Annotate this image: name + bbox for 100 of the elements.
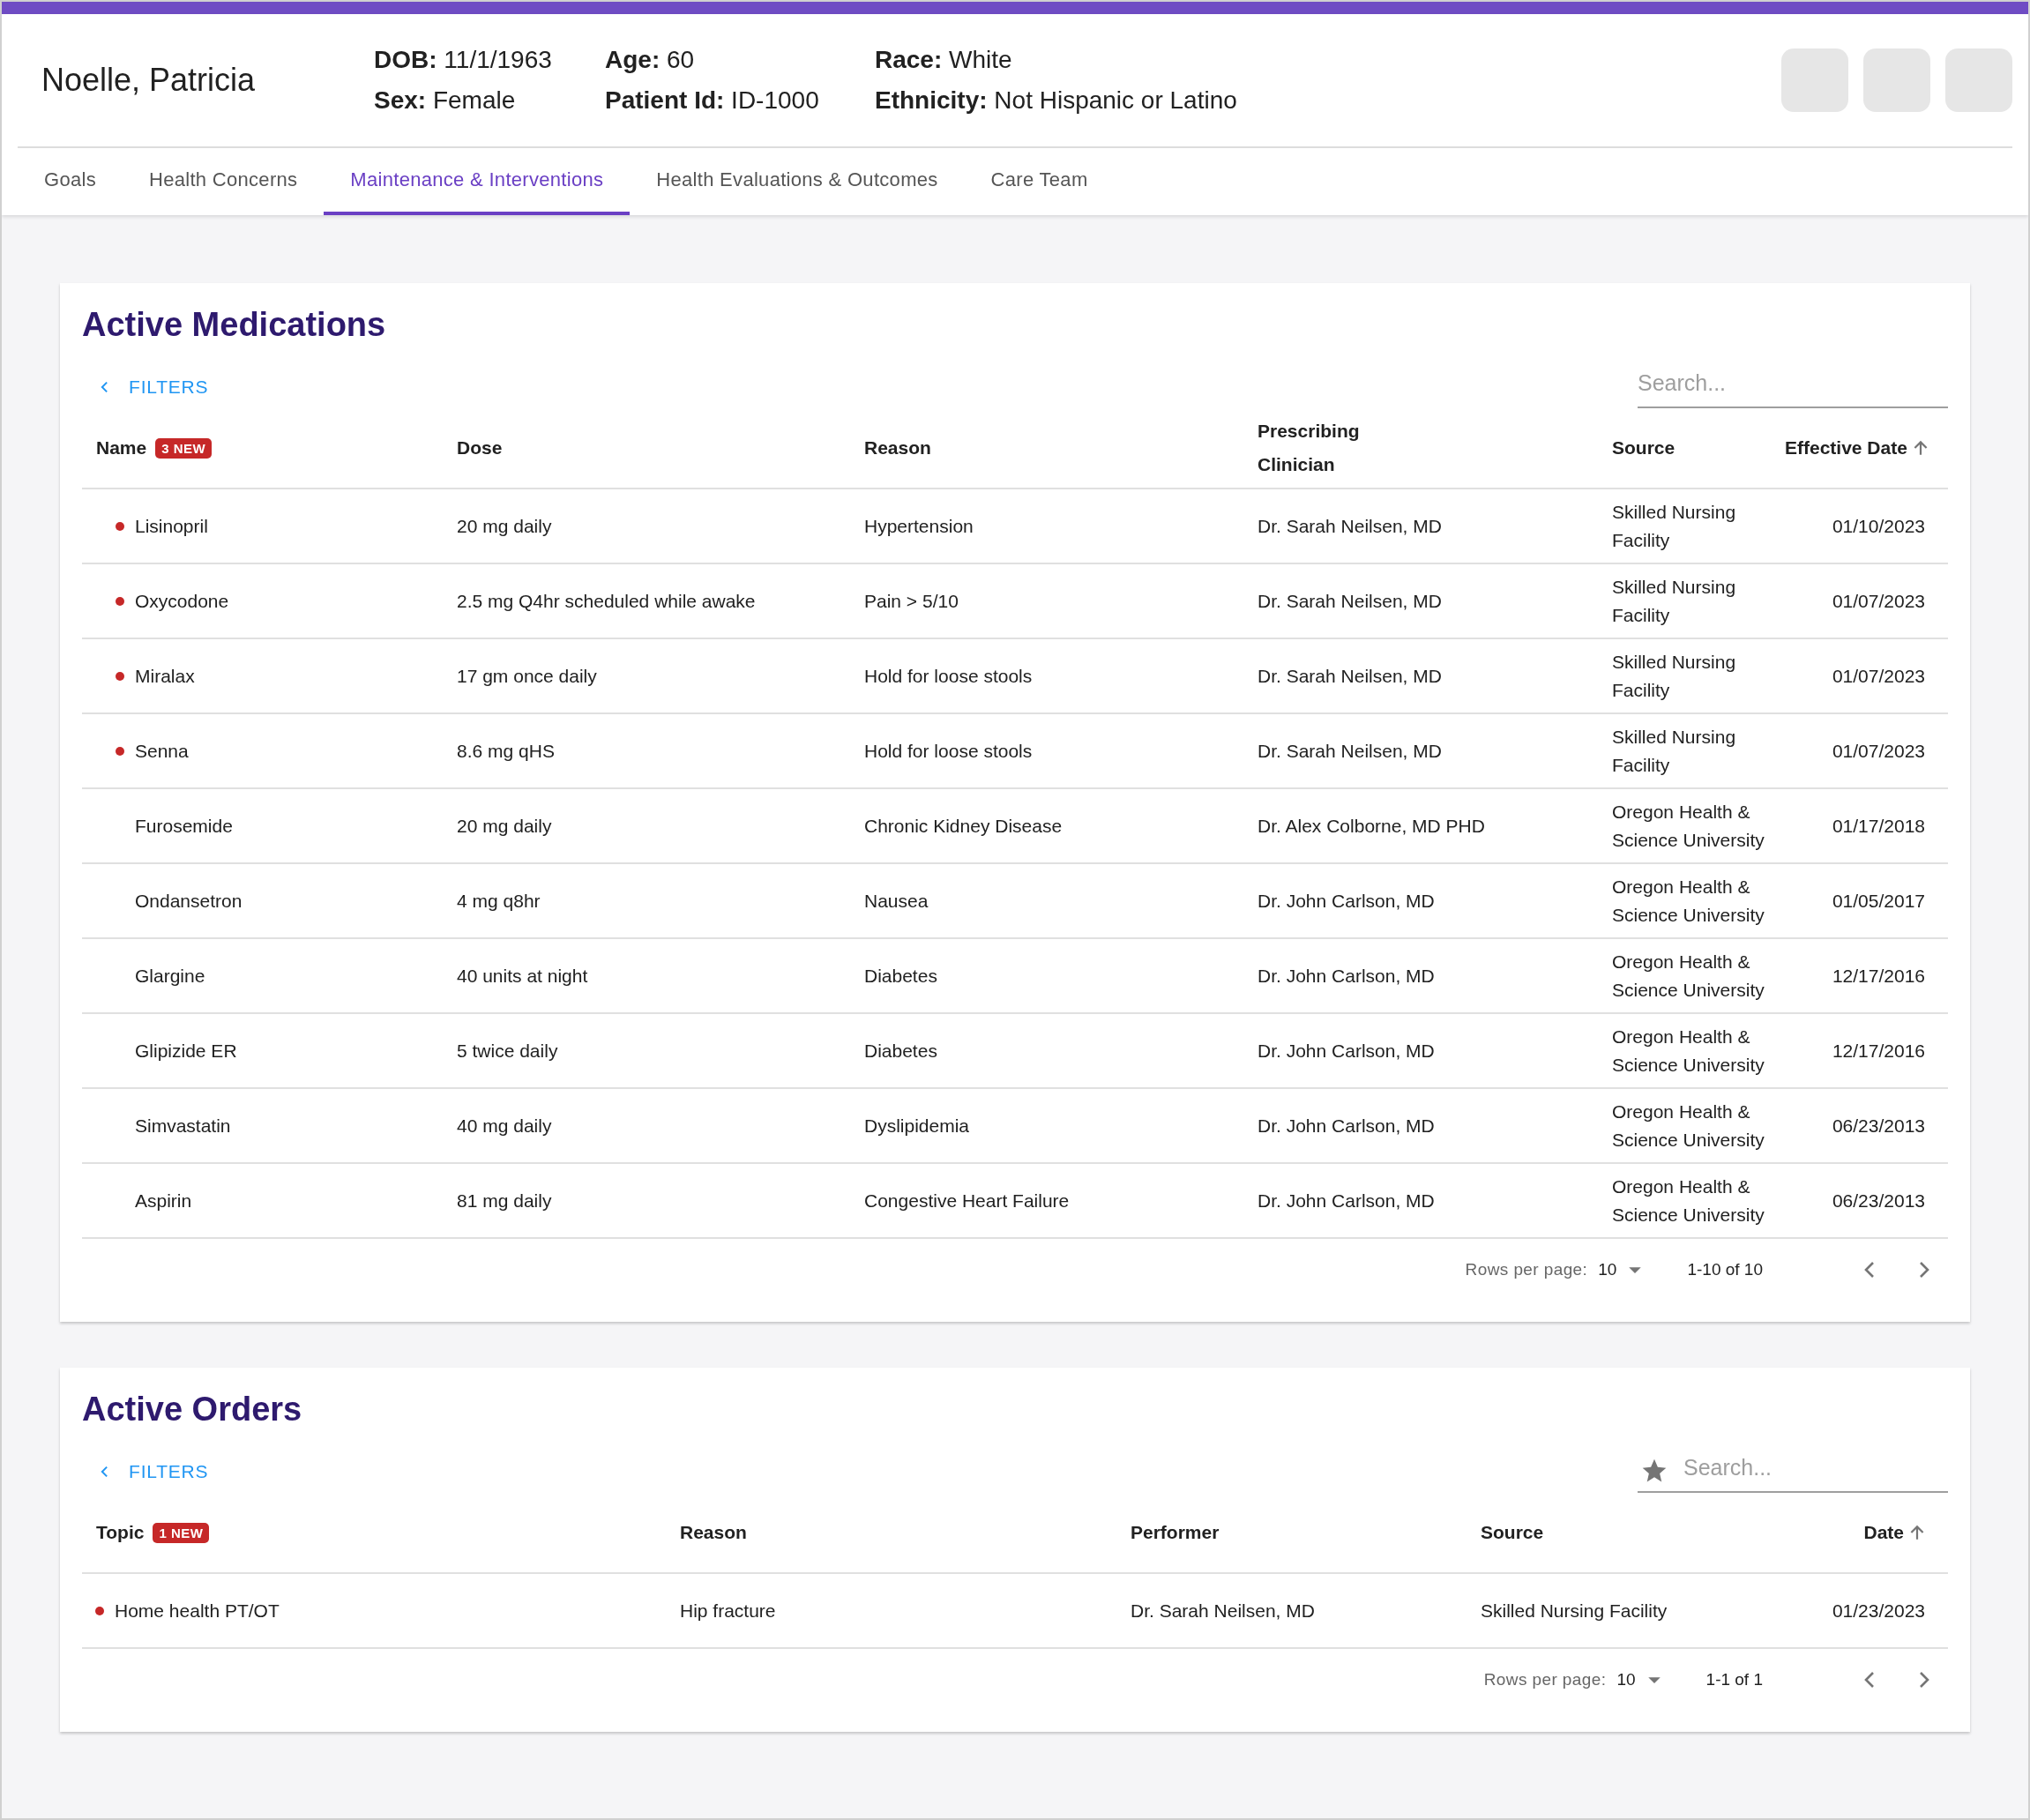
table-cell-text: 20 mg daily xyxy=(457,814,552,838)
table-cell-text: 4 mg q8hr xyxy=(457,889,541,913)
table-cell-text: Skilled Nursing Facility xyxy=(1612,725,1737,777)
rows-per-page-select[interactable]: 10 xyxy=(1616,1670,1661,1689)
table-cell-text: Hold for loose stools xyxy=(864,739,1033,763)
table-cell-text: Ondansetron xyxy=(135,889,243,913)
table-cell-text: 12/17/2016 xyxy=(1832,964,1925,988)
page-range: 1-1 of 1 xyxy=(1705,1670,1763,1689)
table-cell-text: 20 mg daily xyxy=(457,514,552,538)
table-cell-text: Dr. Sarah Neilsen, MD xyxy=(1258,589,1442,613)
patient-field: DOB: 11/1/1963 xyxy=(374,46,561,74)
table-cell-text: Dr. Sarah Neilsen, MD xyxy=(1258,514,1442,538)
column-header[interactable]: Dose xyxy=(457,437,503,459)
table-cell-text: 01/05/2017 xyxy=(1832,889,1925,913)
table-cell-text: Oregon Health & Science University xyxy=(1612,1100,1765,1152)
table-cell-text: Glipizide ER xyxy=(135,1039,237,1063)
tab[interactable]: Care Team xyxy=(964,148,1115,215)
table-cell-text: 40 mg daily xyxy=(457,1114,552,1138)
table-cell-text: Diabetes xyxy=(864,964,937,988)
column-header[interactable]: Effective Date xyxy=(1785,437,1907,459)
column-header[interactable]: Performer xyxy=(1131,1522,1220,1543)
table-cell-text: Skilled Nursing Facility xyxy=(1481,1599,1668,1622)
rows-per-page-select[interactable]: 10 xyxy=(1598,1260,1642,1279)
column-header[interactable]: Reason xyxy=(864,437,931,459)
table-cell-text: Lisinopril xyxy=(135,514,208,538)
caret-icon xyxy=(1629,1265,1642,1274)
table-cell-text: Oregon Health & Science University xyxy=(1612,1175,1765,1227)
previous-page-icon[interactable] xyxy=(1863,1260,1876,1279)
patient-field: Age: 60 xyxy=(605,46,831,74)
previous-page-icon[interactable] xyxy=(1863,1670,1876,1689)
table-cell-text: Hypertension xyxy=(864,514,974,538)
table-cell-text: 01/07/2023 xyxy=(1832,664,1925,688)
patient-field: Patient Id: ID-1000 xyxy=(605,86,831,115)
column-header[interactable]: Name xyxy=(96,437,147,459)
table-cell-text: 01/23/2023 xyxy=(1832,1599,1925,1622)
table-cell-text: Dr. Alex Colborne, MD PHD xyxy=(1258,814,1485,838)
table-cell-text: 40 units at night xyxy=(457,964,588,988)
new-count-badge: 3 NEW xyxy=(155,437,213,459)
tab[interactable]: Health Concerns xyxy=(123,148,325,215)
table-cell-text: 8.6 mg qHS xyxy=(457,739,555,763)
section-title: Active Medications xyxy=(82,306,387,344)
tab[interactable]: Goals xyxy=(18,148,123,215)
table-cell-text: Glargine xyxy=(135,964,205,988)
table-cell-text: Chronic Kidney Disease xyxy=(864,814,1063,838)
table-cell-text: 01/07/2023 xyxy=(1832,739,1925,763)
caret-icon xyxy=(1647,1675,1661,1684)
table-cell-text: Diabetes xyxy=(864,1039,937,1063)
table-cell-text: Hip fracture xyxy=(680,1599,776,1622)
table-cell-text: Skilled Nursing Facility xyxy=(1612,575,1737,627)
next-page-icon[interactable] xyxy=(1918,1670,1930,1689)
table-cell-text: Oregon Health & Science University xyxy=(1612,800,1765,852)
column-header[interactable]: Reason xyxy=(680,1522,747,1543)
table-cell-text: Hold for loose stools xyxy=(864,664,1033,688)
table-cell-text: Simvastatin xyxy=(135,1114,231,1138)
column-header[interactable]: Source xyxy=(1612,437,1675,459)
patient-field: Sex: Female xyxy=(374,86,561,115)
patient-field: Race: White xyxy=(875,46,1237,74)
patient-name: Noelle, Patricia xyxy=(41,62,257,99)
chevron-left-icon xyxy=(100,1465,109,1479)
table-cell-text: 01/17/2018 xyxy=(1832,814,1925,838)
table-cell-text: Dyslipidemia xyxy=(864,1114,970,1138)
next-page-icon[interactable] xyxy=(1918,1260,1930,1279)
table-cell-text: Home health PT/OT xyxy=(115,1599,280,1622)
table-cell-text: 81 mg daily xyxy=(457,1189,552,1212)
table-cell-text: Aspirin xyxy=(135,1189,192,1212)
table-cell-text: Skilled Nursing Facility xyxy=(1612,500,1737,552)
table-cell-text: 17 gm once daily xyxy=(457,664,597,688)
table-cell-text: Senna xyxy=(135,739,189,763)
table-cell-text: Congestive Heart Failure xyxy=(864,1189,1070,1212)
tab[interactable]: Health Evaluations & Outcomes xyxy=(630,148,965,215)
column-header[interactable]: Source xyxy=(1481,1522,1544,1543)
table-cell-text: 01/07/2023 xyxy=(1832,589,1925,613)
table-cell-text: Miralax xyxy=(135,664,195,688)
page-range: 1-10 of 10 xyxy=(1687,1260,1763,1279)
new-count-badge: 1 NEW xyxy=(153,1522,210,1543)
table-cell-text: Skilled Nursing Facility xyxy=(1612,650,1737,702)
table-cell-text: Dr. Sarah Neilsen, MD xyxy=(1258,739,1442,763)
table-cell-text: Furosemide xyxy=(135,814,233,838)
table-cell-text: 06/23/2013 xyxy=(1832,1189,1925,1212)
column-header[interactable]: Prescribing Clinician xyxy=(1258,414,1381,481)
table-cell-text: 12/17/2016 xyxy=(1832,1039,1925,1063)
table-cell-text: Dr. John Carlson, MD xyxy=(1258,889,1435,913)
column-header[interactable]: Topic xyxy=(96,1522,145,1543)
table-cell-text: Oregon Health & Science University xyxy=(1612,875,1765,927)
patient-field: Ethnicity: Not Hispanic or Latino xyxy=(875,86,1237,115)
table-cell-text: 5 twice daily xyxy=(457,1039,558,1063)
table-cell-text: Dr. John Carlson, MD xyxy=(1258,1114,1435,1138)
table-cell-text: Dr. John Carlson, MD xyxy=(1258,1189,1435,1212)
table-cell-text: Dr. John Carlson, MD xyxy=(1258,964,1435,988)
table-cell-text: Pain > 5/10 xyxy=(864,589,959,613)
tab[interactable]: Maintenance & Interventions xyxy=(324,148,631,215)
table-cell-text: Nausea xyxy=(864,889,929,913)
chevron-left-icon xyxy=(100,380,109,394)
table-cell-text: 06/23/2013 xyxy=(1832,1114,1925,1138)
rows-per-page-label: Rows per page: xyxy=(1483,1670,1607,1689)
column-header[interactable]: Date xyxy=(1863,1522,1904,1543)
table-cell-text: 2.5 mg Q4hr scheduled while awake xyxy=(457,589,756,613)
table-cell-text: Dr. Sarah Neilsen, MD xyxy=(1131,1599,1315,1622)
table-cell-text: Oregon Health & Science University xyxy=(1612,950,1765,1002)
table-cell-text: Oregon Health & Science University xyxy=(1612,1025,1765,1077)
